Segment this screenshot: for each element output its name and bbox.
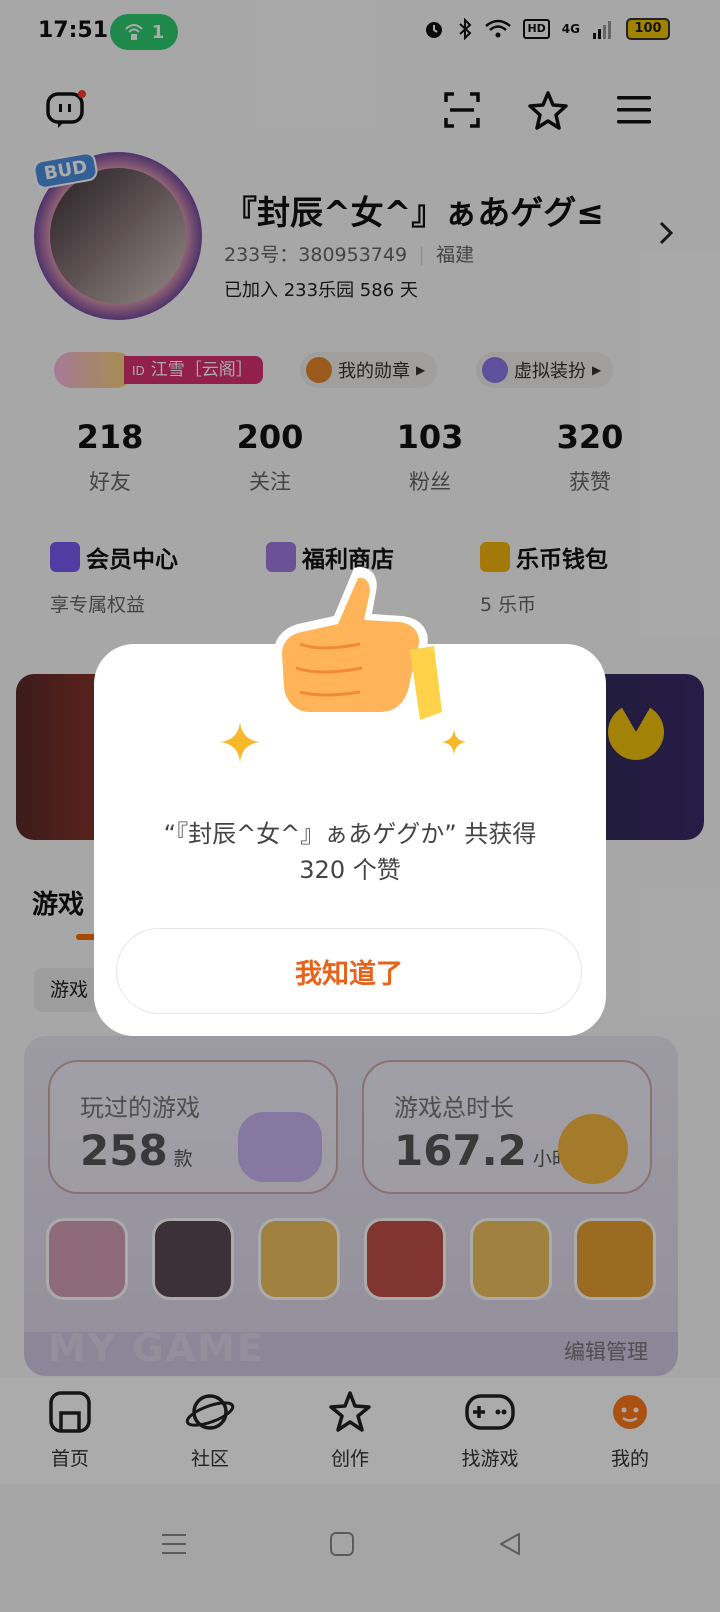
got-it-button[interactable]: 我知道了	[116, 928, 582, 1014]
dialog-message-line2: 320 个赞	[299, 856, 401, 884]
thumbs-up-icon	[274, 567, 442, 720]
dialog-message-line1: “『封辰^女^』ぁあゲグか” 共获得	[163, 820, 537, 848]
dialog-message: “『封辰^女^』ぁあゲグか” 共获得 320 个赞	[124, 816, 576, 888]
